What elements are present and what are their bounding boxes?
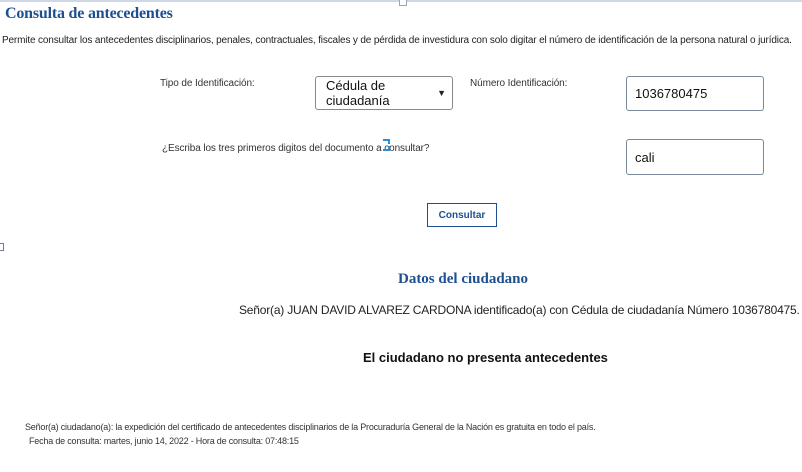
id-type-select[interactable]: Cédula de ciudadanía ▼: [315, 76, 453, 110]
security-answer-input[interactable]: cali: [626, 139, 764, 175]
citizen-info-text: Señor(a) JUAN DAVID ALVAREZ CARDONA iden…: [239, 303, 800, 317]
id-number-value: 1036780475: [635, 86, 708, 101]
id-number-input[interactable]: 1036780475: [626, 76, 764, 111]
chevron-down-icon: ▼: [437, 88, 446, 98]
citizen-section-title: Datos del ciudadano: [397, 271, 529, 287]
left-edge-marker: [0, 243, 4, 251]
page-title: Consulta de antecedentes: [5, 5, 173, 22]
id-number-label: Número Identificación:: [470, 78, 568, 89]
top-tab-marker: [399, 0, 407, 6]
id-type-selected-value: Cédula de ciudadanía: [326, 78, 390, 108]
footer-notice: Señor(a) ciudadano(a): la expedición del…: [25, 422, 596, 432]
page-description: Permite consultar los antecedentes disci…: [2, 35, 792, 46]
id-type-label: Tipo de Identificación:: [160, 78, 255, 89]
result-status: El ciudadano no presenta antecedentes: [363, 350, 608, 365]
footer-consult-date: Fecha de consulta: martes, junio 14, 202…: [29, 436, 299, 446]
refresh-icon[interactable]: [380, 138, 392, 152]
consultar-button[interactable]: Consultar: [427, 203, 497, 227]
security-answer-value: cali: [635, 149, 655, 165]
